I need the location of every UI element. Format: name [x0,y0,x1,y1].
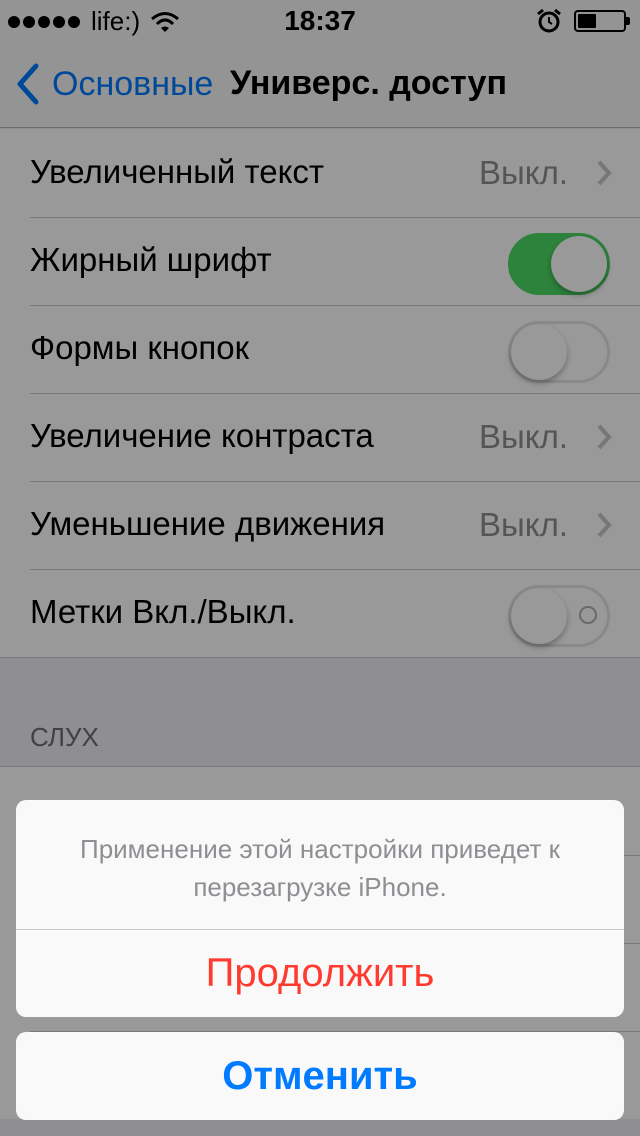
action-sheet-message: Применение этой настройки приведет к пер… [16,800,624,930]
cancel-button[interactable]: Отменить [16,1032,624,1120]
continue-button[interactable]: Продолжить [16,930,624,1017]
action-sheet: Применение этой настройки приведет к пер… [16,800,624,1017]
cancel-sheet: Отменить [16,1032,624,1120]
